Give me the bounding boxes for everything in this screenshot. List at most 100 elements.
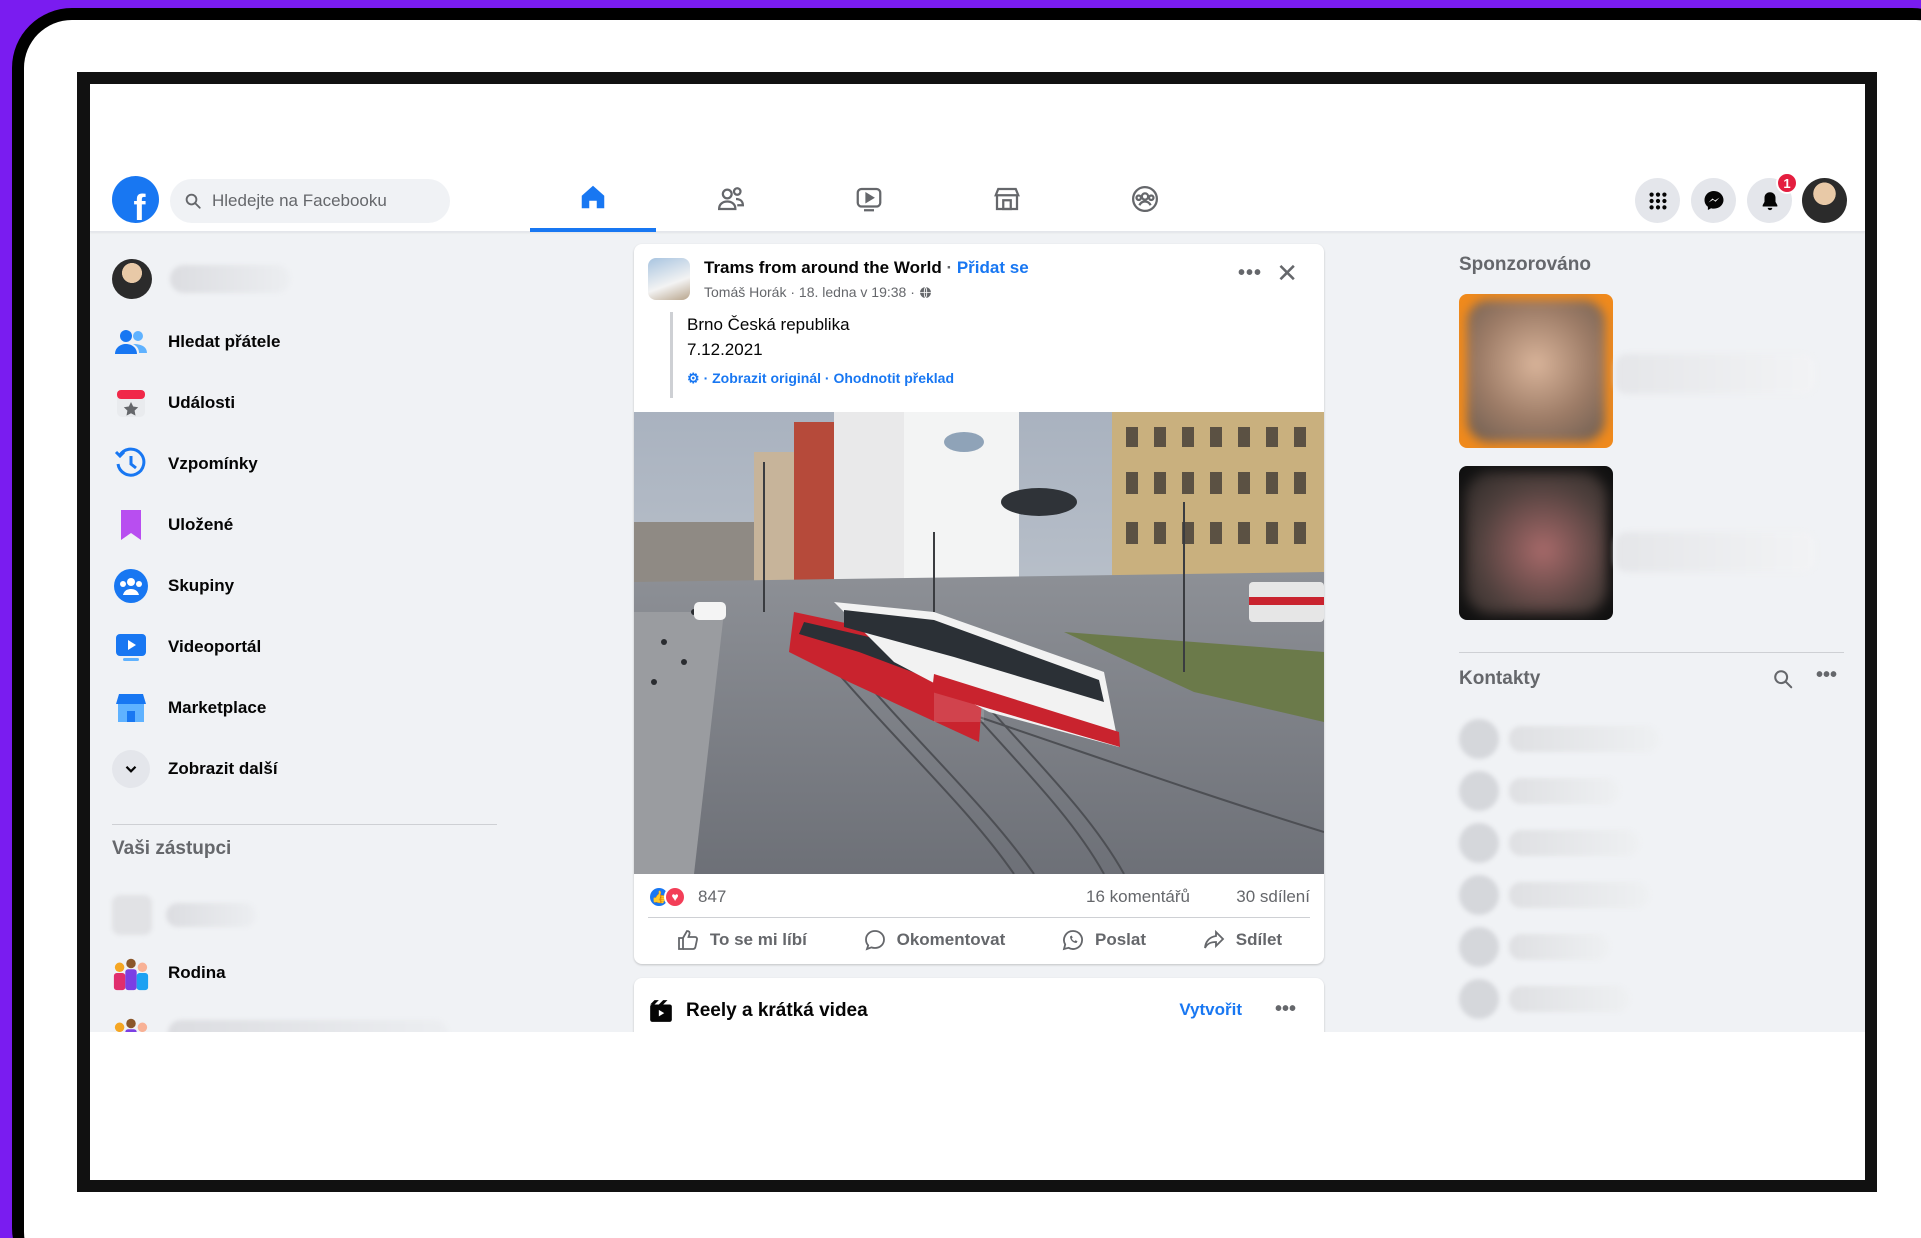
whatsapp-icon [1062,930,1083,951]
profile-avatar [112,259,152,299]
group-name-link[interactable]: Trams from around the World [704,258,942,277]
top-navigation-bar: f Hledejte na Facebooku 1 [90,166,1865,232]
groups-icon [1132,186,1158,212]
ad-text-blurred[interactable] [1615,354,1815,394]
facebook-logo-icon[interactable]: f [112,176,159,223]
post-meta: Tomáš Horák · 18. ledna v 19:38 · [704,284,932,300]
reaction-icons[interactable]: 👍 ♥ [648,886,686,908]
translation-links[interactable]: ⚙ · Zobrazit originál · Ohodnotit překlad [687,370,954,387]
post-header: Trams from around the World · Přidat se … [634,244,1324,404]
share-button[interactable]: Sdílet [1202,928,1282,952]
post-options-icon[interactable]: ••• [1238,262,1262,285]
home-icon [581,185,605,209]
contact-item[interactable] [1459,714,1659,764]
right-sidebar: Sponzorováno Kontakty ••• [1459,232,1865,1032]
contact-item[interactable] [1459,818,1639,868]
sidebar-item-label: Uložené [168,515,234,534]
reels-section: Reely a krátká videa Vytvořit ••• [634,978,1324,1032]
sidebar-item-find-friends[interactable]: Hledat přátele [112,315,280,369]
reels-options-icon[interactable]: ••• [1275,998,1296,1021]
search-box[interactable] [170,179,450,223]
browser-screen: f Hledejte na Facebooku 1 Hledat přátele… [90,84,1865,1180]
sidebar-item-label: Události [168,393,236,412]
representative-item-family[interactable]: Rodina [112,946,226,1000]
tab-groups[interactable] [1082,166,1208,232]
post-actions: To se mi líbí Okomentovat Poslat Sdílet [648,920,1310,960]
sidebar-item-label: Vzpomínky [168,454,258,473]
friends-icon [112,323,150,361]
sponsored-heading: Sponzorováno [1459,254,1591,275]
tab-friends[interactable] [668,166,794,232]
ad-image[interactable] [1459,466,1613,620]
sidebar-item-show-more[interactable]: Zobrazit další [112,742,278,796]
reactions-count[interactable]: 847 [698,887,726,907]
close-icon[interactable]: ✕ [1276,258,1298,289]
tab-watch[interactable] [806,166,932,232]
sidebar-item-memories[interactable]: Vzpomínky [112,437,258,491]
translation-links-text[interactable]: · Zobrazit originál · Ohodnotit překlad [704,370,954,386]
sidebar-item-saved[interactable]: Uložené [112,498,233,552]
author-and-date[interactable]: Tomáš Horák · 18. ledna v 19:38 · [704,284,915,300]
groups-icon [112,567,150,605]
calendar-icon [112,384,150,422]
contact-item[interactable] [1459,870,1649,920]
tab-home[interactable] [530,166,656,232]
comment-label: Okomentovat [896,930,1006,949]
grid-menu-icon [1648,191,1667,210]
video-icon [856,187,882,212]
love-reaction-icon: ♥ [664,886,686,908]
sidebar-item-marketplace[interactable]: Marketplace [112,681,266,735]
send-button[interactable]: Poslat [1061,928,1146,952]
representative-name-blurred [166,903,256,927]
sidebar-item-groups[interactable]: Skupiny [112,559,234,613]
sidebar-item-label: Hledat přátele [168,332,281,351]
sidebar-item-label: Videoportál [168,637,262,656]
comments-count[interactable]: 16 komentářů [1086,887,1190,907]
sidebar-item-label: Skupiny [168,576,235,595]
reactions-summary: 👍 ♥ 847 16 komentářů 30 sdílení [648,882,1310,918]
family-group-icon [112,1014,150,1032]
video-icon [112,628,150,666]
notification-badge: 1 [1776,172,1798,194]
representative-name-blurred [168,1020,448,1032]
ad-image[interactable] [1459,294,1613,448]
profile-name-blurred [170,265,290,293]
sidebar-item-video[interactable]: Videoportál [112,620,261,674]
contact-item[interactable] [1459,922,1609,972]
contact-item[interactable] [1459,974,1629,1024]
tab-marketplace[interactable] [944,166,1070,232]
group-thumbnail[interactable] [648,258,690,300]
sidebar-item-events[interactable]: Události [112,376,235,430]
join-group-link[interactable]: Přidat se [957,258,1029,277]
right-divider [1459,652,1844,653]
search-icon[interactable] [1772,668,1794,690]
contact-item[interactable] [1459,766,1619,816]
sidebar-item-label: Marketplace [168,698,267,717]
post-text-line: Brno Česká republika [687,315,850,334]
post-photo[interactable] [634,412,1324,874]
shares-count[interactable]: 30 sdílení [1236,887,1310,907]
memories-clock-icon [112,445,150,483]
notifications-button[interactable]: 1 [1747,172,1798,223]
bell-icon [1762,191,1777,210]
comment-icon [864,930,885,951]
share-icon [1203,929,1225,949]
representatives-heading: Vaši zástupci [112,838,232,859]
sidebar-divider [112,824,497,825]
ad-text-blurred[interactable] [1615,532,1815,572]
bookmark-icon [112,506,150,544]
sidebar-item-profile[interactable] [112,252,290,306]
representative-item-blurred[interactable] [112,1006,448,1032]
account-avatar[interactable] [1802,178,1847,223]
create-reel-button[interactable]: Vytvořit [1179,1000,1242,1020]
like-button[interactable]: To se mi líbí [676,928,807,952]
facebook-page: f Hledejte na Facebooku 1 Hledat přátele… [90,166,1865,1032]
messenger-button[interactable] [1691,178,1736,223]
contacts-options-icon[interactable]: ••• [1816,664,1837,687]
search-input[interactable] [212,191,432,211]
menu-button[interactable] [1635,178,1680,223]
sidebar-item-label: Rodina [168,963,226,982]
representative-item-blurred[interactable] [112,888,256,942]
post-title: Trams from around the World · Přidat se [704,258,1029,277]
comment-button[interactable]: Okomentovat [863,928,1006,952]
